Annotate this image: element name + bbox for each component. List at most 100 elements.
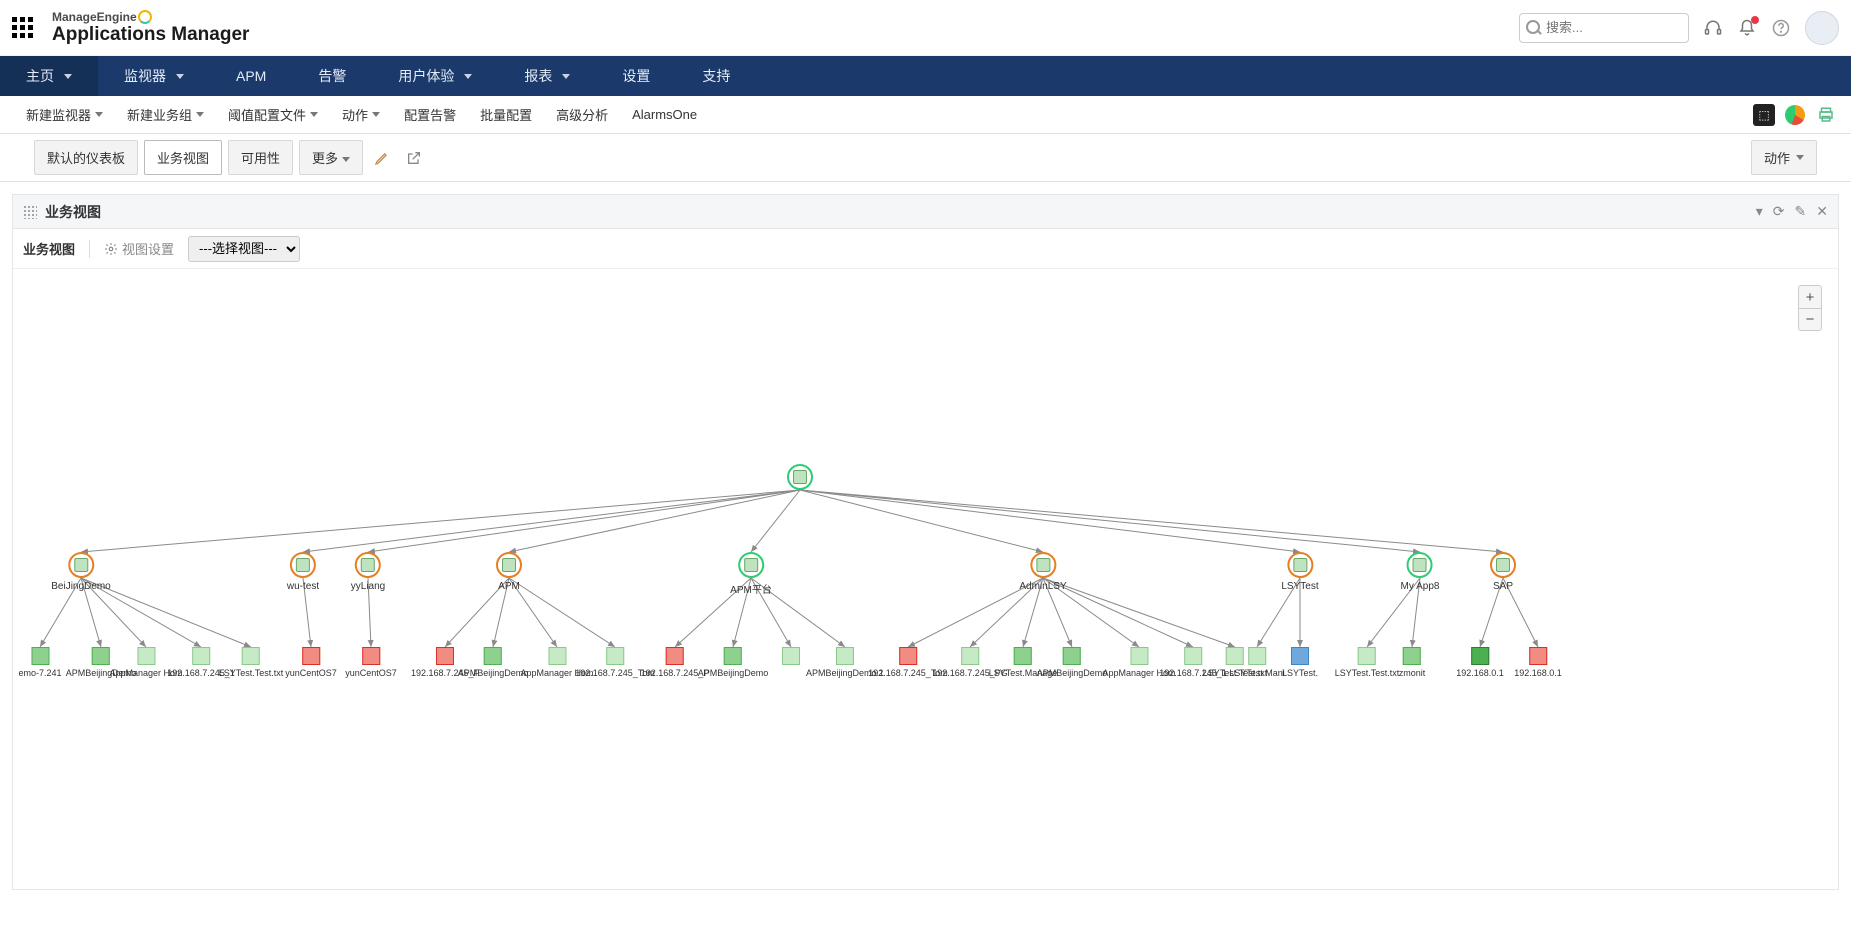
search-input[interactable] [1519,13,1689,43]
node-label: yyLiang [351,581,385,592]
topology-node[interactable]: yyLiang [351,552,385,592]
leaf-label: LSYTest.Test.txt [219,668,284,678]
brand: ManageEngine Applications Manager [52,10,249,46]
leaf-label: APMBeijingDemo [1037,668,1108,678]
topology-leaf[interactable]: LSYTest.Mani [1229,647,1285,678]
subnav-新建业务组[interactable]: 新建业务组 [115,105,216,124]
leaf-label: 192.168.0.1 [1456,668,1504,678]
zoom-in-button[interactable]: + [1799,286,1821,308]
node-label: wu-test [287,581,319,592]
leaf-label: APMBeijingDemo [458,668,529,678]
apps-grid-icon[interactable] [12,17,34,39]
subnav-动作[interactable]: 动作 [330,105,392,124]
leaf-label: yunCentOS7 [345,668,397,678]
sub-nav: 新建监视器新建业务组阈值配置文件动作配置告警批量配置高级分析AlarmsOne … [0,96,1851,134]
view-settings-button[interactable]: 视图设置 [104,239,174,258]
printer-icon[interactable] [1815,104,1837,126]
panel-title: 业务视图 [45,202,101,222]
brand-company: ManageEngine [52,10,137,24]
topology-canvas[interactable]: + − BeiJingDemo wu-test yyLiang APM APM平台 Adm… [13,269,1838,889]
zoom-control: + − [1798,285,1822,331]
topology-leaf[interactable]: zmonit [1399,647,1426,678]
headset-icon[interactable] [1703,18,1723,38]
topology-leaf[interactable]: LSYTest. [1282,647,1318,678]
nav-主页[interactable]: 主页 [0,56,98,96]
tab-default-dashboard[interactable]: 默认的仪表板 [34,140,138,175]
nav-支持[interactable]: 支持 [676,56,756,96]
subnav-配置告警[interactable]: 配置告警 [392,105,468,124]
topology-node[interactable]: BeiJingDemo [51,552,110,592]
edit-panel-icon[interactable]: ✎ [1795,203,1807,220]
view-select[interactable]: ---选择视图--- [188,236,300,262]
topology-leaf[interactable]: LSYTest.Test.txt [1335,647,1400,678]
topology-leaf[interactable]: emo-7.241 [18,647,61,678]
leaf-label: LSYTest. [1282,668,1318,678]
action-label: 动作 [1764,148,1790,167]
header-band: ManageEngine Applications Manager [0,0,1851,56]
divider [89,240,90,258]
subnav-阈值配置文件[interactable]: 阈值配置文件 [216,105,330,124]
leaf-label: APMBeijingDemo [698,668,769,678]
subnav-批量配置[interactable]: 批量配置 [468,105,544,124]
business-view-panel: 业务视图 ▾ ⟳ ✎ ✕ 业务视图 视图设置 ---选择视图--- + − [12,194,1839,890]
topology-node[interactable]: APM平台 [730,552,772,596]
topology-leaf[interactable]: yunCentOS7 [285,647,337,678]
refresh-icon[interactable]: ⟳ [1773,203,1785,220]
leaf-label: zmonit [1399,668,1426,678]
topology-node[interactable] [787,464,813,493]
topology-node[interactable]: AdminLSY [1019,552,1066,592]
topology-leaf[interactable]: LSYTest.Test.txt [219,647,284,678]
tab-row: 默认的仪表板 业务视图 可用性 更多 动作 [0,134,1851,182]
subnav-高级分析[interactable]: 高级分析 [544,105,620,124]
node-label: My App8 [1401,581,1440,592]
search-icon [1526,20,1540,34]
tab-business-view[interactable]: 业务视图 [144,140,222,175]
nav-监视器[interactable]: 监视器 [98,56,210,96]
leaf-label: 192.168.0.1 [1514,668,1562,678]
grip-icon[interactable] [23,205,37,219]
camera-icon[interactable]: ⬚ [1753,104,1775,126]
help-icon[interactable] [1771,18,1791,38]
collapse-icon[interactable]: ▾ [1756,203,1763,220]
nav-设置[interactable]: 设置 [596,56,676,96]
leaf-label: LSYTest.Test.txt [1335,668,1400,678]
tab-availability[interactable]: 可用性 [228,140,293,175]
pie-chart-icon[interactable] [1785,105,1805,125]
panel-header: 业务视图 ▾ ⟳ ✎ ✕ [13,195,1838,229]
topology-leaf[interactable]: yunCentOS7 [345,647,397,678]
nav-用户体验[interactable]: 用户体验 [372,56,498,96]
topology-node[interactable]: wu-test [287,552,319,592]
topology-leaf[interactable]: APMBeijingDemo [698,647,769,678]
nav-APM[interactable]: APM [210,56,292,96]
topology-leaf[interactable]: APMBeijingDemo [458,647,529,678]
topology-leaf[interactable]: 192.168.0.1 [1456,647,1504,678]
action-dropdown[interactable]: 动作 [1751,140,1817,175]
subnav-AlarmsOne[interactable]: AlarmsOne [620,107,709,122]
tab-more-label: 更多 [312,151,338,166]
nav-告警[interactable]: 告警 [292,56,372,96]
edit-icon[interactable] [369,145,395,171]
avatar[interactable] [1805,11,1839,45]
subnav-新建监视器[interactable]: 新建监视器 [14,105,115,124]
notification-dot-icon [1751,16,1759,24]
topology-node[interactable]: APM [496,552,522,592]
tab-more[interactable]: 更多 [299,140,363,175]
external-link-icon[interactable] [401,145,427,171]
panel-toolbar: 业务视图 视图设置 ---选择视图--- [13,229,1838,269]
main-nav: 主页监视器APM告警用户体验报表设置支持 [0,56,1851,96]
nav-报表[interactable]: 报表 [498,56,596,96]
topology-leaf[interactable]: APMBeijingDemo [1037,647,1108,678]
node-label: AdminLSY [1019,581,1066,592]
topology-node[interactable]: SAP [1490,552,1516,592]
topology-leaf[interactable] [782,647,800,668]
topology-node[interactable]: My App8 [1401,552,1440,592]
topology-leaf[interactable]: 192.168.0.1 [1514,647,1562,678]
close-icon[interactable]: ✕ [1816,203,1828,220]
bell-icon[interactable] [1737,18,1757,38]
zoom-out-button[interactable]: − [1799,308,1821,330]
leaf-label: emo-7.241 [18,668,61,678]
node-label: APM [496,581,522,592]
node-label: BeiJingDemo [51,581,110,592]
topology-node[interactable]: LSYTest [1281,552,1318,592]
leaf-label: LSYTest.Mani [1229,668,1285,678]
